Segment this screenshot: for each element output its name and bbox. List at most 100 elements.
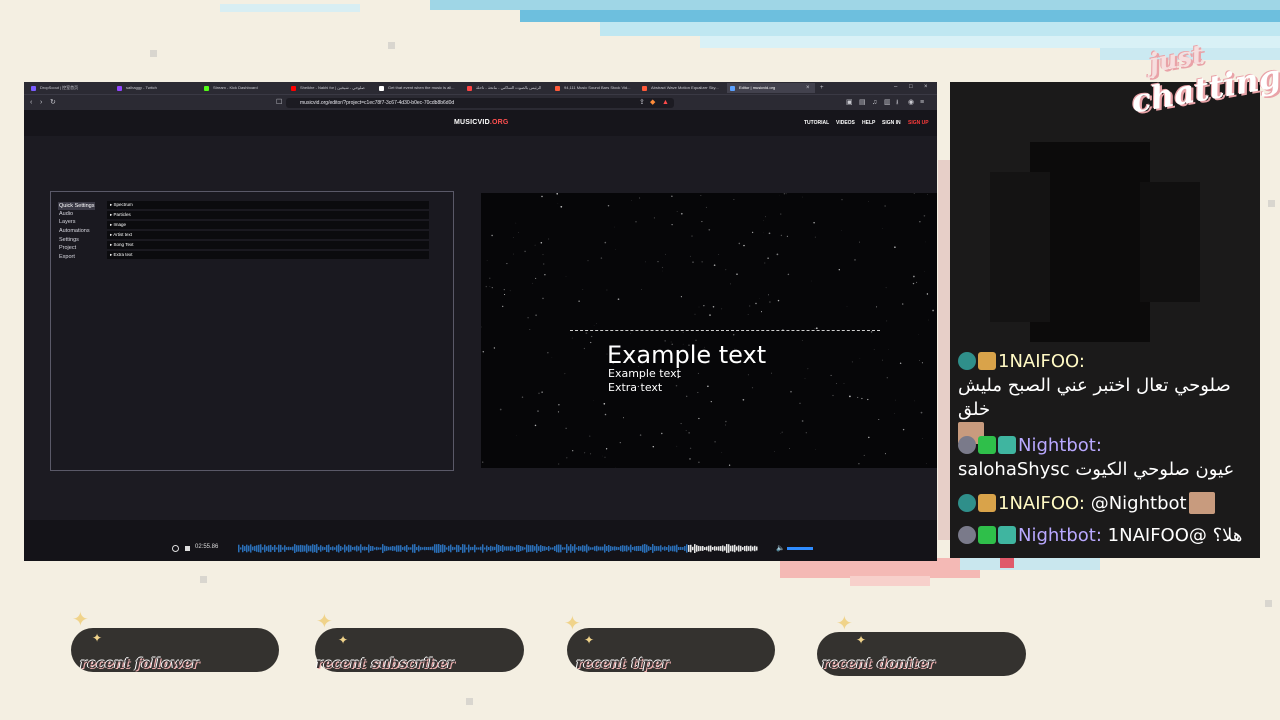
particle (747, 374, 749, 376)
waveform-bar (576, 547, 578, 550)
particle (927, 194, 928, 195)
particle (765, 216, 766, 218)
layer-row-song-text[interactable]: ▸ Song Text (107, 241, 429, 249)
waveform-bar (412, 544, 414, 553)
layer-row-particles[interactable]: ▸ Particles (107, 211, 429, 219)
volume-icon[interactable]: 🔈 (776, 544, 785, 552)
particle (671, 223, 673, 226)
particle (558, 463, 560, 465)
browser-tab[interactable]: الرئيس بالصوت الساكني - ماتحة - تاحلة (464, 83, 548, 93)
waveform-bar (650, 546, 652, 550)
waveform-bar (592, 547, 594, 550)
chat-username[interactable]: Nightbot: (1018, 435, 1102, 456)
nf-badge-icon (958, 494, 976, 512)
browser-tab[interactable]: Get that event when the music is all... (376, 83, 460, 93)
download-icon[interactable]: ⭳ (896, 98, 898, 108)
waveform-bar (558, 544, 560, 553)
tab-close-icon[interactable]: × (806, 83, 810, 93)
url-field[interactable]: musicvid.org/editor/?project=c1ec78f7-3c… (286, 98, 674, 108)
back-icon[interactable]: ‹ (30, 98, 32, 108)
nav-videos[interactable]: VIDEOS (836, 120, 855, 126)
browser-tab[interactable]: Abstract Wave Motion Equalizer Sky... (639, 83, 723, 93)
recent-subscriber-label: recent subscriber (316, 656, 455, 672)
profile-icon[interactable]: ◉ (908, 98, 914, 108)
menu-export[interactable]: Export (58, 253, 76, 261)
browser-tab[interactable]: Sheikhe - Nakhi for | صلوحي - شيخين (288, 83, 372, 93)
particle (854, 259, 856, 261)
waveform-bar (548, 546, 550, 552)
waveform-bar (418, 545, 420, 552)
menu-project[interactable]: Project (58, 244, 77, 252)
new-tab-icon[interactable]: + (820, 83, 824, 93)
menu-layers[interactable]: Layers (58, 218, 77, 226)
nav-sign-up[interactable]: SIGN UP (908, 120, 929, 126)
nav-sign-in[interactable]: SIGN IN (882, 120, 901, 126)
waveform-bar (514, 547, 516, 550)
close-window-icon[interactable]: × (924, 82, 928, 92)
pixel-dot (1265, 600, 1272, 607)
rewards-icon[interactable]: ▲ (662, 98, 669, 108)
sidebar-icon[interactable]: ▤ (859, 98, 866, 108)
layer-row-spectrum[interactable]: ▸ Spectrum (107, 201, 429, 209)
extensions-icon[interactable]: ▣ (846, 98, 853, 108)
forward-icon[interactable]: › (40, 98, 42, 108)
particle (604, 456, 606, 458)
particle (802, 196, 803, 198)
nav-help[interactable]: HELP (862, 120, 875, 126)
waveform-bar (652, 544, 654, 553)
menu-icon[interactable]: ≡ (920, 98, 924, 108)
chat-username[interactable]: 1NAIFOO: (998, 351, 1085, 372)
reload-icon[interactable]: ↻ (50, 98, 56, 108)
media-icon[interactable]: ♫ (872, 98, 877, 108)
waveform-bar (396, 545, 398, 552)
chat-username[interactable]: 1NAIFOO: (998, 493, 1085, 514)
layer-row-image[interactable]: ▸ Image (107, 221, 429, 229)
layer-row-artist-text[interactable]: ▸ Artist text (107, 231, 429, 239)
waveform-bar (498, 545, 500, 552)
chat-username[interactable]: Nightbot: (1018, 525, 1102, 546)
stop-button[interactable] (185, 546, 190, 551)
maximize-icon[interactable]: □ (909, 82, 913, 92)
particle (771, 372, 772, 374)
browser-tab[interactable]: DropScout | 控室首页 (28, 83, 110, 93)
brave-shield-icon[interactable]: ◆ (650, 98, 655, 108)
tab-favicon (31, 86, 36, 91)
volume-slider[interactable] (787, 547, 813, 550)
waveform-bar (388, 546, 390, 551)
menu-quick-settings[interactable]: Quick Settings (58, 202, 96, 210)
waveform-bar (372, 546, 374, 551)
browser-tab[interactable]: salhaggy - Twitch (114, 83, 198, 93)
particle (912, 282, 915, 285)
pixel-art-pink (850, 576, 930, 586)
particle (596, 323, 597, 324)
video-preview[interactable]: Example text Example text Extra text (481, 193, 937, 468)
particle (540, 241, 543, 244)
particle (751, 231, 754, 234)
waveform-bar (348, 544, 350, 553)
particle (718, 254, 720, 255)
bookmark-icon[interactable]: ☐ (276, 98, 282, 108)
play-pause-button[interactable] (172, 545, 179, 552)
browser-tab[interactable]: 94,111 Music Sound Bars Stock Vid... (552, 83, 636, 93)
waveform-seekbar[interactable] (238, 544, 758, 553)
menu-audio[interactable]: Audio (58, 210, 74, 218)
wallet-icon[interactable]: ▥ (884, 98, 891, 108)
particle (619, 441, 621, 444)
waveform-bar (670, 546, 672, 551)
browser-tab-active[interactable]: Editor | musicvid.org (727, 83, 815, 93)
share-icon[interactable]: ⇪ (639, 98, 645, 108)
particle (499, 408, 502, 411)
particle (688, 432, 690, 434)
minimize-icon[interactable]: – (894, 82, 897, 92)
particle (815, 327, 818, 330)
site-logo[interactable]: MUSICVID.ORG (454, 119, 509, 126)
waveform-bar (756, 546, 758, 551)
particle (807, 368, 809, 370)
particle (708, 228, 711, 231)
menu-settings[interactable]: Settings (58, 236, 80, 244)
browser-tab[interactable]: Stream - Kick Dashboard (201, 83, 285, 93)
nav-tutorial[interactable]: TUTORIAL (804, 120, 829, 126)
waveform-bar (628, 546, 630, 551)
layer-row-extra-text[interactable]: ▸ Extra text (107, 251, 429, 259)
menu-automations[interactable]: Automations (58, 227, 91, 235)
